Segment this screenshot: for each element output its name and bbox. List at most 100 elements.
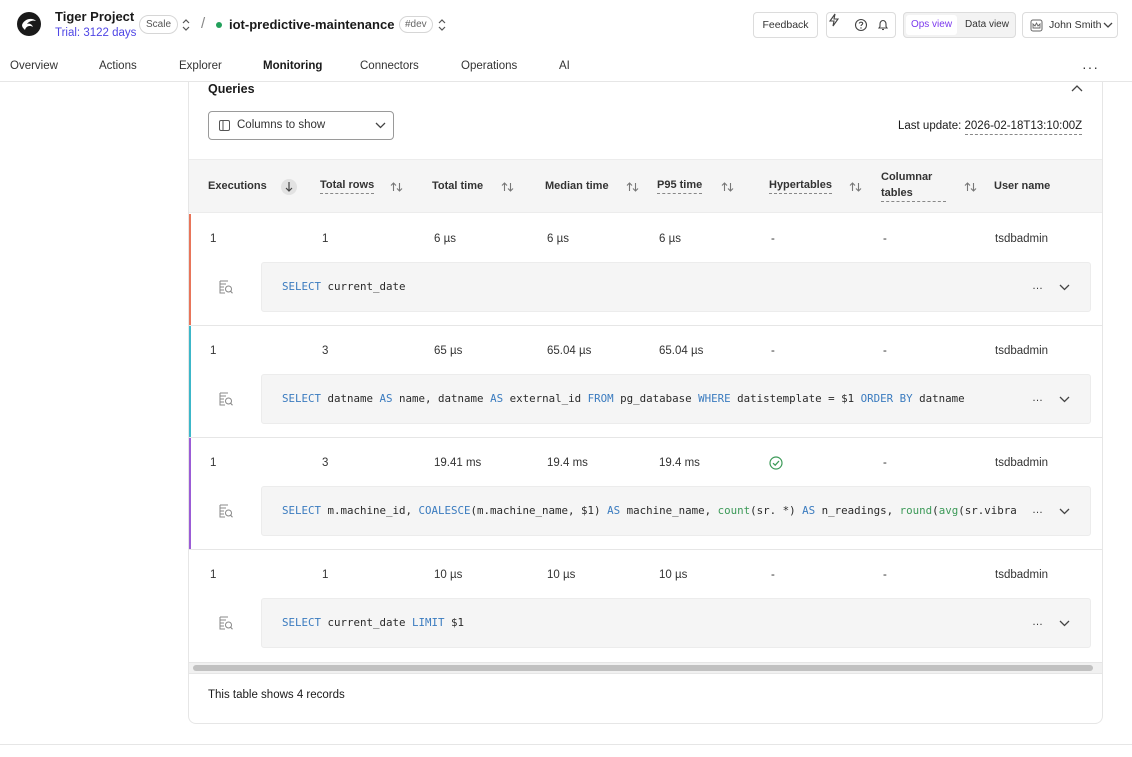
- last-update-timestamp: 2026-02-18T13:10:00Z: [964, 120, 1083, 135]
- page-divider: [0, 744, 1132, 745]
- cell-p95-time: 6 µs: [659, 233, 681, 245]
- chevron-down-icon: [375, 122, 386, 129]
- project-switch-icon[interactable]: [181, 18, 191, 32]
- cell-columnar: -: [883, 233, 887, 245]
- cell-executions: 1: [210, 233, 217, 245]
- col-total-time[interactable]: Total time: [432, 180, 483, 192]
- cell-median-time: 65.04 µs: [547, 345, 592, 357]
- col-executions[interactable]: Executions: [208, 180, 267, 192]
- cell-median-time: 19.4 ms: [547, 457, 588, 469]
- bolt-icon[interactable]: [827, 13, 841, 27]
- service-switch-icon[interactable]: [437, 18, 447, 32]
- sql-preview[interactable]: SELECT current_date LIMIT $1 …: [261, 598, 1091, 648]
- sql-ellipsis: …: [1032, 280, 1043, 292]
- user-menu-button[interactable]: John Smith: [1022, 12, 1118, 38]
- sort-icon[interactable]: [390, 181, 403, 193]
- expand-chevron-icon[interactable]: [1059, 396, 1070, 403]
- chevron-up-icon[interactable]: [1071, 84, 1083, 92]
- feedback-button[interactable]: Feedback: [753, 12, 818, 38]
- tab-actions[interactable]: Actions: [99, 60, 137, 72]
- cell-p95-time: 19.4 ms: [659, 457, 700, 469]
- col-columnar-line1[interactable]: Columnar: [881, 171, 932, 183]
- cell-hypertables: -: [771, 233, 775, 245]
- col-total-rows[interactable]: Total rows: [320, 179, 375, 194]
- table-row[interactable]: 1 1 6 µs 6 µs 6 µs - - tsdbadmin SELECT …: [189, 214, 1102, 326]
- sort-active-indicator[interactable]: [281, 179, 297, 195]
- col-median-time[interactable]: Median time: [545, 180, 609, 192]
- tab-explorer[interactable]: Explorer: [179, 60, 222, 72]
- cell-user-name: tsdbadmin: [995, 345, 1049, 357]
- query-plan-icon[interactable]: [218, 615, 234, 631]
- table-row[interactable]: 1 1 10 µs 10 µs 10 µs - - tsdbadmin SELE…: [189, 550, 1102, 662]
- sql-preview[interactable]: SELECT m.machine_id, COALESCE(m.machine_…: [261, 486, 1091, 536]
- cell-hypertables: -: [771, 345, 775, 357]
- sql-ellipsis: …: [1032, 392, 1043, 404]
- columns-to-show-select[interactable]: Columns to show: [208, 111, 394, 140]
- horizontal-scrollbar[interactable]: [189, 662, 1102, 674]
- cell-total-time: 65 µs: [434, 345, 463, 357]
- expand-chevron-icon[interactable]: [1059, 508, 1070, 515]
- cell-p95-time: 65.04 µs: [659, 345, 704, 357]
- sort-icon[interactable]: [964, 181, 977, 193]
- col-p95-time[interactable]: P95 time: [657, 179, 703, 194]
- row-accent: [189, 214, 191, 325]
- top-bar: Tiger Project Trial: 3122 days Scale / i…: [0, 0, 1132, 50]
- chevron-down-icon: [1103, 22, 1113, 28]
- cell-total-time: 10 µs: [434, 569, 463, 581]
- sort-icon[interactable]: [501, 181, 514, 193]
- col-hypertables[interactable]: Hypertables: [769, 179, 832, 194]
- plan-badge: Scale: [139, 15, 179, 34]
- service-name[interactable]: iot-predictive-maintenance: [229, 17, 394, 32]
- scrollbar-thumb[interactable]: [193, 665, 1093, 671]
- expand-chevron-icon[interactable]: [1059, 620, 1070, 627]
- tab-connectors[interactable]: Connectors: [360, 60, 419, 72]
- query-plan-icon[interactable]: [218, 503, 234, 519]
- cell-user-name: tsdbadmin: [995, 569, 1049, 581]
- cell-columnar: -: [883, 457, 887, 469]
- sql-text: SELECT current_date LIMIT $1: [282, 616, 465, 629]
- query-plan-icon[interactable]: [218, 391, 234, 407]
- table-header: Executions Total rows Total time Median …: [189, 159, 1102, 213]
- last-update-label: Last update:: [898, 120, 962, 132]
- arrow-down-icon: [285, 182, 293, 192]
- cell-median-time: 10 µs: [547, 569, 576, 581]
- view-toggle: Ops view Data view: [903, 12, 1016, 38]
- tiger-logo-icon[interactable]: [16, 11, 42, 37]
- more-menu-icon[interactable]: ···: [1082, 59, 1098, 75]
- data-view-button[interactable]: Data view: [960, 15, 1014, 35]
- user-name: John Smith: [1049, 19, 1102, 31]
- cell-total-rows: 1: [322, 233, 329, 245]
- cell-user-name: tsdbadmin: [995, 457, 1049, 469]
- cell-median-time: 6 µs: [547, 233, 569, 245]
- sql-preview[interactable]: SELECT current_date …: [261, 262, 1091, 312]
- cell-total-time: 6 µs: [434, 233, 456, 245]
- ops-view-button[interactable]: Ops view: [906, 15, 957, 35]
- breadcrumb-separator: /: [201, 15, 206, 32]
- sort-icon[interactable]: [721, 181, 734, 193]
- row-accent: [189, 438, 191, 549]
- crown-icon: [1030, 19, 1043, 32]
- table-row[interactable]: 1 3 65 µs 65.04 µs 65.04 µs - - tsdbadmi…: [189, 326, 1102, 438]
- trial-days-link[interactable]: Trial: 3122 days: [55, 27, 136, 39]
- cell-hypertables: -: [771, 569, 775, 581]
- cell-executions: 1: [210, 345, 217, 357]
- col-user-name[interactable]: User name: [994, 180, 1050, 192]
- tab-ai[interactable]: AI: [559, 60, 570, 72]
- table-row[interactable]: 1 3 19.41 ms 19.4 ms 19.4 ms - tsdbadmin…: [189, 438, 1102, 550]
- sort-icon[interactable]: [626, 181, 639, 193]
- project-name[interactable]: Tiger Project: [55, 9, 134, 24]
- tab-operations[interactable]: Operations: [461, 60, 517, 72]
- query-plan-icon[interactable]: [218, 279, 234, 295]
- expand-chevron-icon[interactable]: [1059, 284, 1070, 291]
- cell-p95-time: 10 µs: [659, 569, 688, 581]
- cell-total-rows: 3: [322, 345, 329, 357]
- sort-icon[interactable]: [849, 181, 862, 193]
- help-icon[interactable]: [854, 18, 868, 32]
- col-columnar-line2[interactable]: tables: [881, 187, 946, 202]
- sql-preview[interactable]: SELECT datname AS name, datname AS exter…: [261, 374, 1091, 424]
- columns-to-show-label: Columns to show: [237, 119, 326, 131]
- tab-overview[interactable]: Overview: [10, 60, 58, 72]
- tab-monitoring[interactable]: Monitoring: [263, 60, 322, 72]
- sql-text: SELECT current_date: [282, 280, 406, 293]
- bell-icon[interactable]: [876, 18, 890, 32]
